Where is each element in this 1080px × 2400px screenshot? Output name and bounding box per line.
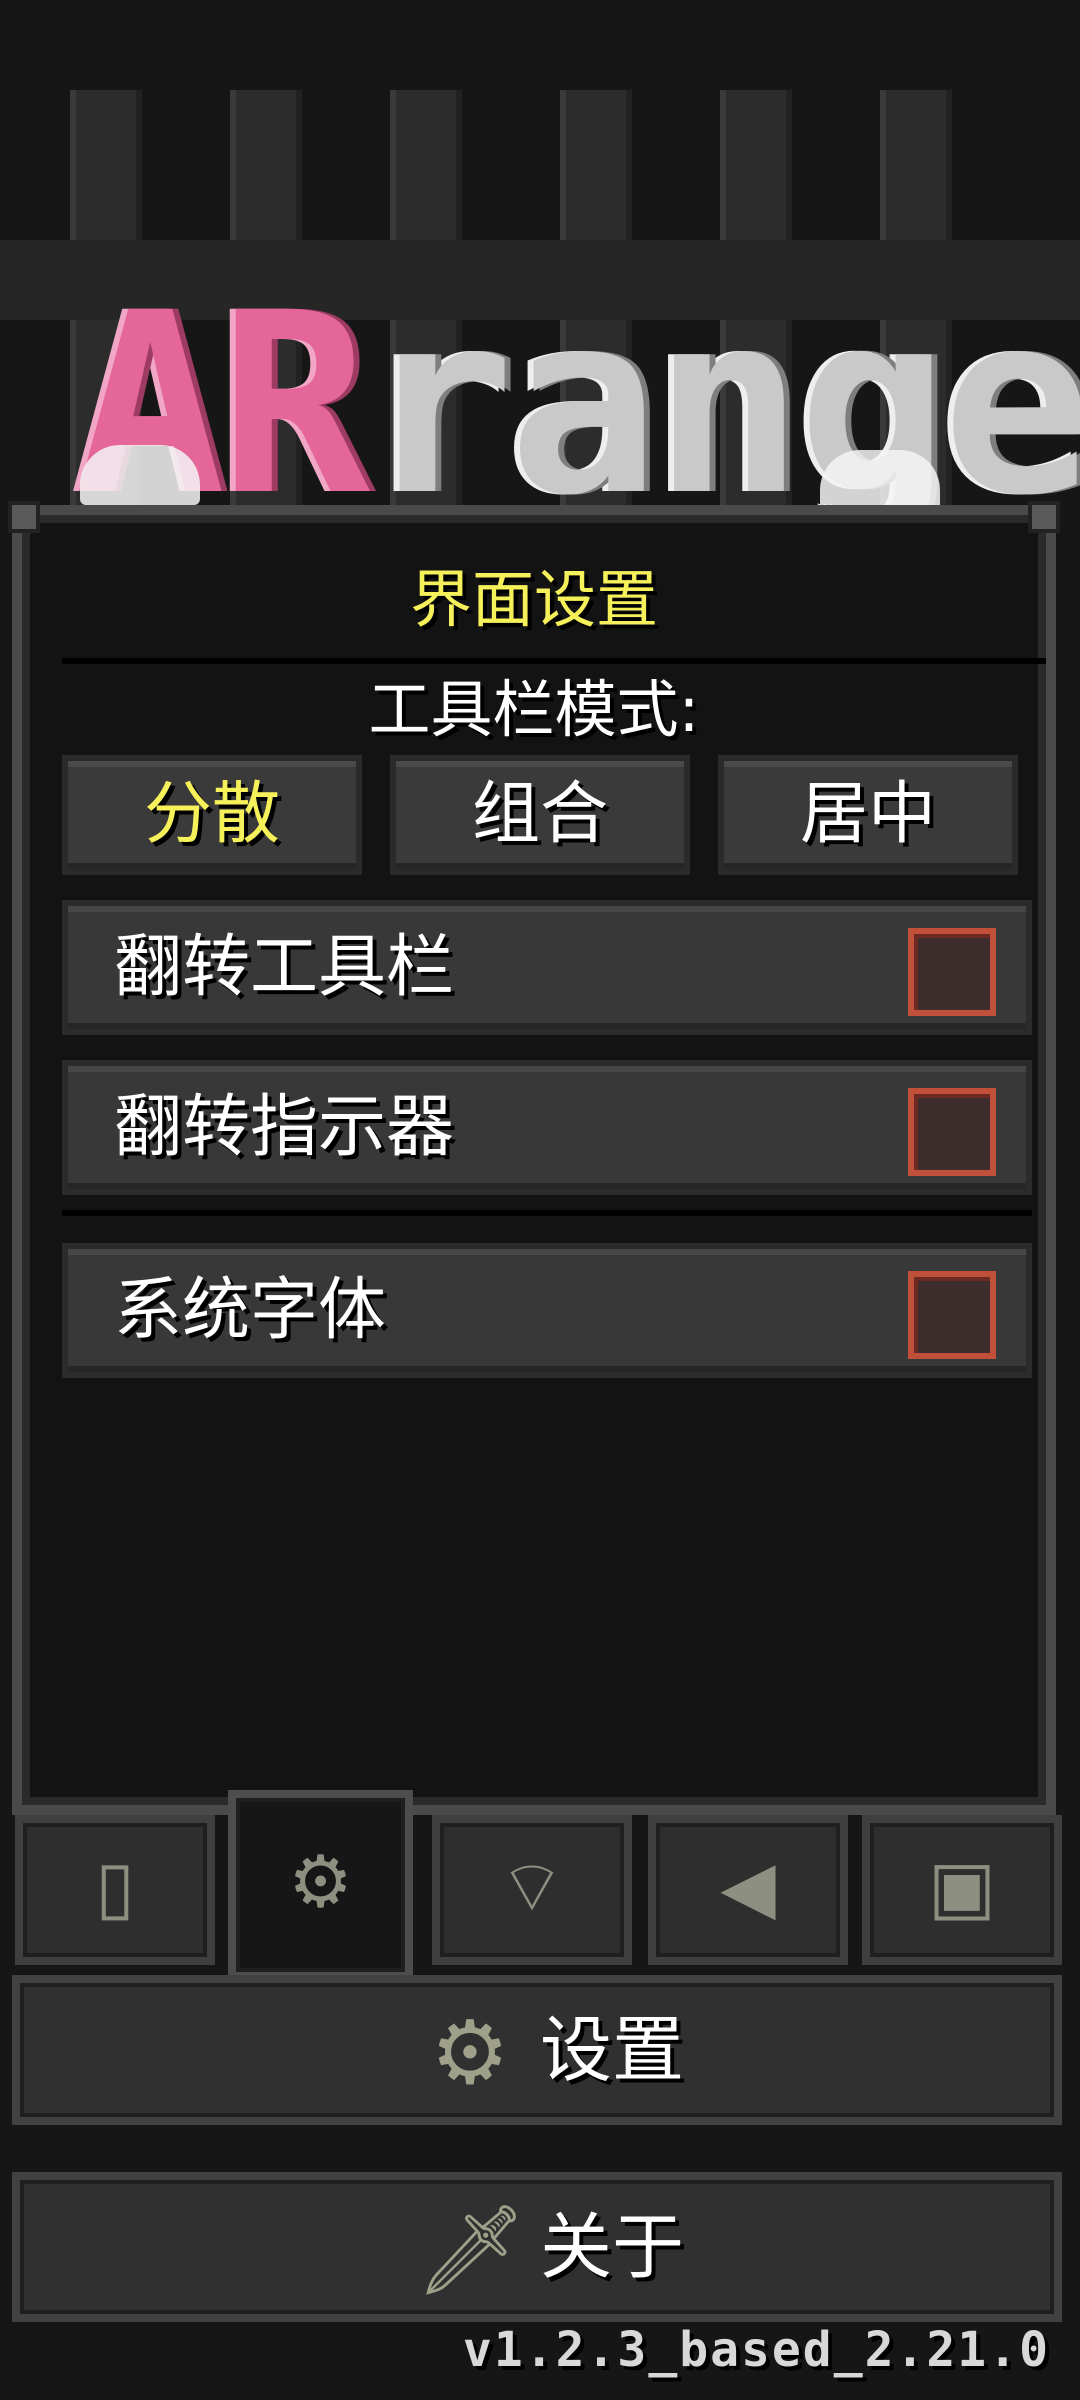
flip-toolbar-option[interactable]: 翻转工具栏 [62, 900, 1032, 1035]
toolbar-mode-label: 工具栏模式: [368, 673, 700, 746]
toolbar-mode-center-label: 居中 [799, 775, 936, 854]
flip-toolbar-checkbox[interactable] [908, 928, 996, 1016]
window-corner [8, 501, 40, 533]
language-icon: ▣ [927, 1844, 997, 1929]
game-screen: ARranged 界面设置 工具栏模式: 分散 组合 居中 翻转工具栏 翻转指示… [0, 0, 1080, 2400]
tab-audio[interactable]: ◀ [648, 1815, 848, 1965]
about-button[interactable]: 🗡 关于 [12, 2172, 1062, 2322]
version-text: v1.2.3_based_2.21.0 [462, 2322, 1050, 2378]
options-divider [62, 1210, 1032, 1216]
tab-settings[interactable]: ⚙ [228, 1790, 413, 1980]
toolbar-mode-group-button[interactable]: 组合 [390, 755, 690, 875]
flip-indicator-option[interactable]: 翻转指示器 [62, 1060, 1032, 1195]
system-font-label: 系统字体 [114, 1271, 387, 1350]
system-font-option[interactable]: 系统字体 [62, 1243, 1032, 1378]
toolbar-mode-split-label: 分散 [143, 775, 280, 854]
sword-icon: 🗡 [415, 2198, 527, 2301]
flip-indicator-label: 翻转指示器 [114, 1088, 455, 1167]
toolbar-mode-group-label: 组合 [471, 775, 608, 854]
logo-flame-right [820, 450, 940, 510]
speaker-icon: ◀ [720, 1844, 776, 1929]
settings-window: 界面设置 工具栏模式: 分散 组合 居中 翻转工具栏 翻转指示器 系统字体 [8, 501, 1060, 1815]
toolbar-mode-center-button[interactable]: 居中 [718, 755, 1018, 875]
window-corner [1028, 501, 1060, 533]
tab-phone[interactable]: ▯ [15, 1815, 215, 1965]
settings-button[interactable]: ⚙ 设置 [12, 1975, 1062, 2125]
phone-icon: ▯ [95, 1844, 135, 1929]
about-button-label: 关于 [540, 2205, 685, 2289]
system-font-checkbox[interactable] [908, 1271, 996, 1359]
toolbar-mode-split-button[interactable]: 分散 [62, 755, 362, 875]
logo-flame-left [80, 445, 200, 505]
window-title: 界面设置 [409, 563, 658, 636]
settings-button-label: 设置 [540, 2008, 685, 2092]
gears-icon: ⚙ [288, 1839, 353, 1924]
wifi-icon: ⌔ [498, 1844, 566, 1929]
tab-network[interactable]: ⌔ [432, 1815, 632, 1965]
gears-icon: ⚙ [430, 2001, 510, 2104]
title-divider [62, 658, 1046, 664]
flip-indicator-checkbox[interactable] [908, 1088, 996, 1176]
flip-toolbar-label: 翻转工具栏 [114, 928, 455, 1007]
tab-language[interactable]: ▣ [862, 1815, 1062, 1965]
